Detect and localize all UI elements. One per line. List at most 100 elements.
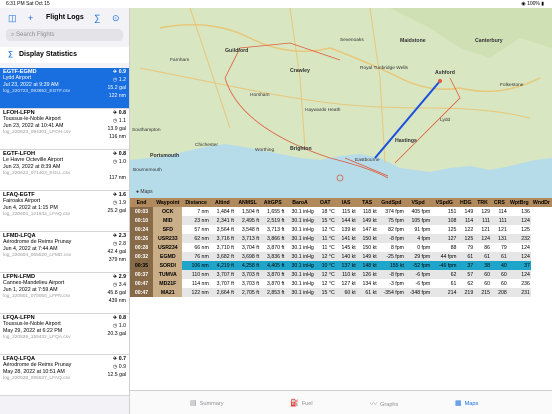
flight-list-item[interactable]: LFPN-LFMD Cannes-Mandelieu Airport Jun 1, … [0, 273, 129, 314]
waypoint-marker[interactable] [336, 174, 344, 182]
sidebar-toolbar: ◫ + Flight Logs ∑ ⊙ [0, 8, 129, 28]
cell-waypoint: TUMVA [153, 270, 183, 279]
table-cell: 124 [507, 216, 531, 225]
flight-time-value: 1.6 [118, 192, 126, 198]
flight-time-hours: ✈ 0.9 [112, 69, 126, 75]
add-icon[interactable]: + [28, 13, 33, 23]
cell-waypoint: MD21F [153, 279, 183, 288]
table-cell: 61 [450, 280, 457, 287]
map-label-worthing: Worthing [255, 148, 275, 153]
table-cell: 2,705 ft [234, 288, 261, 297]
cell-end-time: 00:28 [130, 243, 154, 252]
table-cell: 44 fpm [431, 252, 458, 261]
table-row[interactable]: 00:47 MD21F 114 nm 3,707 ft 3,703 ft 3,870 ft… [130, 279, 552, 288]
flight-list-item[interactable]: LFAQ-LFQA Aérodrome de Reims Prunay May 28… [0, 355, 129, 396]
fuel-used: 45.8 gal [107, 290, 126, 296]
map-label-maidstone: Maidstone [400, 38, 426, 44]
table-row[interactable]: 00:24 SFD 57 nm 3,564 ft 3,548 ft 3,713 ft 30.… [130, 225, 552, 234]
table-cell: 30.1 inHg [291, 280, 314, 287]
table-cell: 131 [490, 234, 508, 243]
cell-waypoint: USR233 [153, 234, 183, 243]
table-cell: 108 [431, 216, 458, 225]
map-label-guildford: Guildford [225, 48, 249, 54]
column-header: Distance [182, 198, 210, 207]
column-header: CRS [490, 198, 508, 207]
table-row[interactable]: 00:26 USR233 62 nm 3,716 ft 3,713 ft 3,866 ft… [130, 234, 552, 243]
table-row[interactable]: 00:03 OCK 7 nm 1,484 ft 1,504 ft 1,655 ft 30.1… [130, 207, 552, 216]
current-position-marker[interactable] [438, 79, 442, 83]
table-cell: 11 °C [322, 244, 335, 251]
tab-summary[interactable]: ▤ Summary [190, 399, 224, 407]
table-cell: 3,698 ft [234, 252, 261, 261]
flight-list-item[interactable]: LFQA-LFPN Toussus-le-Noble Airport May 29,… [0, 314, 129, 355]
table-row[interactable]: 00:28 USR234 66 nm 3,710 ft 3,704 ft 3,870 ft… [130, 243, 552, 252]
block-time-hours: ◷ 2.8 [112, 241, 126, 247]
column-header: Waypoint [153, 198, 183, 207]
table-cell: 236 [521, 280, 530, 287]
block-time-value: 1.2 [118, 77, 126, 83]
cell-end-time: 00:37 [130, 270, 154, 279]
table-cell: 15 °C [314, 216, 336, 225]
table-row[interactable]: 00:10 MID 23 nm 2,341 ft 2,495 ft 2,519 ft 30.… [130, 216, 552, 225]
table-cell: 2,341 ft [209, 216, 235, 225]
table-row[interactable]: 00:37 TUMVA 110 nm 3,707 ft 3,703 ft 3,870 ft… [130, 270, 552, 279]
statistics-icon: ∑ [8, 51, 13, 58]
distance-flown: 116 nm [109, 134, 126, 140]
table-cell: 1,484 ft [216, 208, 234, 215]
block-time-value: 1.0 [118, 323, 126, 329]
maps-icon: ▦ [455, 400, 462, 407]
map-label-brighton: Brighton [290, 146, 312, 152]
column-header: WptBrg [507, 198, 531, 207]
sigma-icon[interactable]: ∑ [94, 13, 100, 23]
column-header: IAS [335, 198, 357, 207]
table-cell: 30.1 inHg [291, 226, 314, 233]
display-statistics-row[interactable]: ∑ Display Statistics [0, 47, 129, 63]
search-field[interactable]: ⌕ Search Flights [6, 29, 123, 41]
table-cell: 4,219 ft [209, 261, 235, 270]
table-cell: 61 [457, 252, 475, 261]
table-cell: 79 [500, 244, 507, 251]
tab-fuel[interactable]: ⛽ Fuel [290, 399, 313, 407]
table-cell: 144 kt [335, 216, 357, 225]
more-icon[interactable]: ⊙ [112, 13, 120, 24]
table-row[interactable]: 00:32 EGMD 76 nm 3,682 ft 3,698 ft 3,836 ft 30… [130, 252, 552, 261]
table-cell: 4,258 ft [234, 261, 261, 270]
table-cell: -8 fpm [377, 234, 405, 243]
sidebar-toggle-icon[interactable]: ◫ [8, 13, 17, 24]
flight-destination: Cannes-Mandelieu Airport [3, 280, 65, 286]
table-cell: 88 [450, 244, 457, 251]
table-cell: 30.1 inHg [285, 252, 315, 261]
flight-time-value: 0.9 [118, 69, 126, 75]
table-cell: 148 kt [356, 261, 378, 270]
table-cell: 30.1 inHg [285, 234, 315, 243]
table-row[interactable]: 00:35 SORDI 106 nm 4,219 ft 4,258 ft 4,405 ft… [130, 261, 552, 270]
table-cell: 150 kt [356, 234, 378, 243]
maps-brand: ● Maps [136, 189, 153, 195]
flight-list-item[interactable]: EGTF-EGMD Lydd Airport Jul 23, 2022 at 9:3… [0, 68, 129, 109]
column-header: OAT [314, 198, 336, 207]
search-icon: ⌕ [11, 32, 15, 38]
table-cell: 30.1 inHg [285, 216, 315, 225]
cell-waypoint: MA21 [153, 288, 183, 297]
flight-time-value: 0.8 [118, 151, 126, 157]
map-view[interactable]: Guildford Sevenoaks Maidstone Canterbury… [130, 8, 552, 198]
flight-list-item[interactable]: LFAQ-EGTF Fairoaks Airport Jun 4, 2022 at … [0, 191, 129, 232]
flight-list-item[interactable]: EGTF-LFOH Le Havre Octeville Airport Jun 2… [0, 150, 129, 191]
tab-maps[interactable]: ▦ Maps [455, 399, 478, 407]
table-cell: 127 kt [341, 280, 356, 287]
flight-destination: Toussus-le-Noble Airport [3, 116, 61, 122]
fuel-used: 15.2 gal [107, 85, 126, 91]
table-row[interactable]: 00:47 MA21 122 nm 2,664 ft 2,705 ft 2,853 ft 3… [130, 288, 552, 297]
table-cell: 232 [507, 234, 531, 243]
maps-brand-label: Maps [140, 189, 153, 195]
flight-list-item[interactable]: LFOH-LFPN Toussus-le-Noble Airport Jun 23,… [0, 109, 129, 150]
block-time-hours: ◷ 1.9 [112, 200, 126, 206]
table-cell: 219 [457, 288, 475, 297]
block-time-value: 3.4 [118, 282, 126, 288]
tab-graphs[interactable]: 〰 Graphs [370, 399, 398, 409]
table-cell: 3,704 ft [241, 244, 260, 251]
flight-log-file: log_220623_071403_EGLL.csv [3, 171, 71, 177]
flight-list-item[interactable]: LFMD-LFQA Aérodrome de Reims Prunay Jun 4,… [0, 232, 129, 273]
flight-time-value: 2.9 [118, 274, 126, 280]
table-cell: 122 [464, 226, 474, 233]
